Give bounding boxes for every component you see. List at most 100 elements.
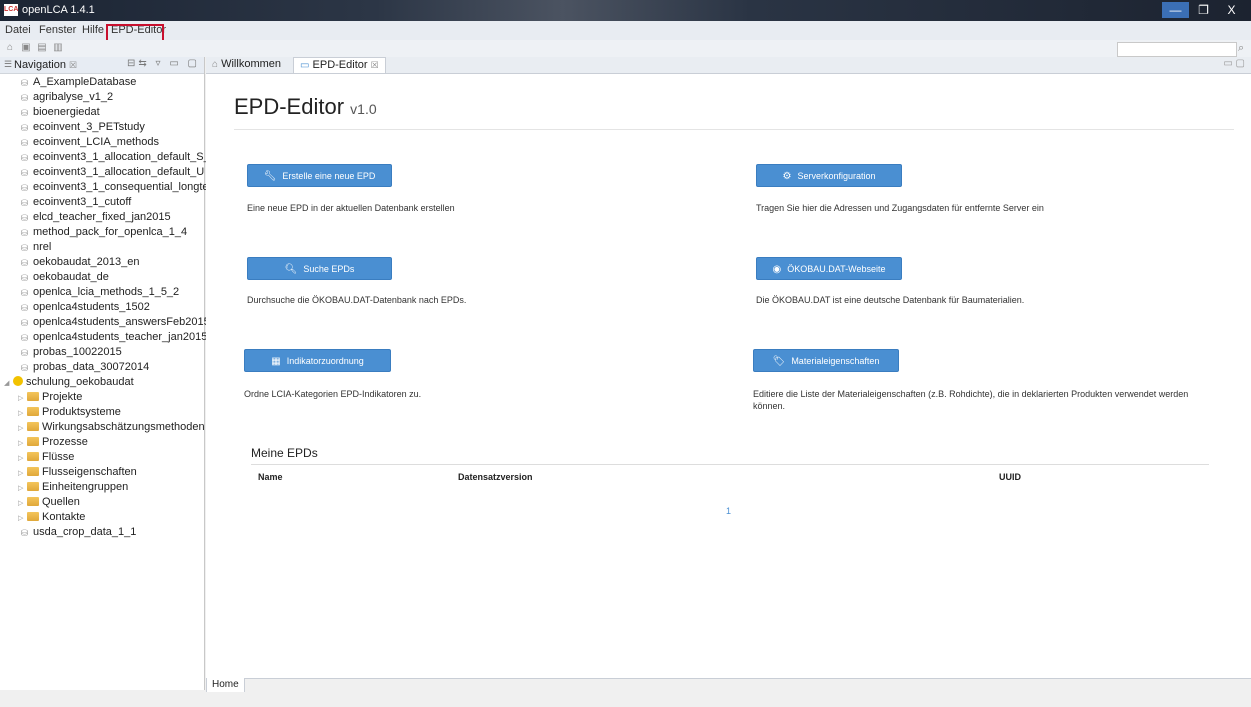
folder-item[interactable]: ▷ Prozesse <box>0 435 204 450</box>
folder-item[interactable]: ▷ Produktsysteme <box>0 405 204 420</box>
database-item[interactable]: ⛁ elcd_teacher_fixed_jan2015 <box>0 210 204 225</box>
globe-icon: ◉ <box>772 264 782 275</box>
navigation-view-icons[interactable]: ⊟⇆ ▿ ▭ ▢ <box>127 58 200 69</box>
save-icon[interactable]: ▣ <box>20 42 32 54</box>
oekobaudat-website-button[interactable]: ◉ ÖKOBAU.DAT-Webseite <box>756 257 902 280</box>
material-properties-button[interactable]: 🏷︎ Materialeigenschaften <box>753 349 899 372</box>
home-icon[interactable]: ⌂ <box>4 42 16 54</box>
tab-home[interactable]: Home <box>206 678 245 693</box>
expand-arrow-icon[interactable]: ▷ <box>18 406 27 421</box>
save-all-icon[interactable]: ▥ <box>52 42 64 54</box>
column-header-uuid[interactable]: UUID <box>999 472 1021 482</box>
page-title: EPD-Editor v1.0 <box>234 94 377 119</box>
close-icon[interactable]: ☒ <box>69 60 77 70</box>
tab-epd-editor[interactable]: ▭ EPD-Editor ☒ <box>293 57 386 73</box>
tree-item-label: nrel <box>33 241 52 253</box>
database-icon: ⛁ <box>20 258 29 268</box>
database-item[interactable]: ⛁ ecoinvent3_1_allocation_default_S_U <box>0 150 218 165</box>
folder-item[interactable]: ▷ Wirkungsabschätzungsmethoden <box>0 420 205 436</box>
tree-item-label: probas_10022015 <box>33 346 122 358</box>
expand-arrow-icon[interactable]: ▷ <box>18 511 27 526</box>
pagination-page-1[interactable]: 1 <box>726 506 731 516</box>
expand-arrow-icon[interactable]: ▷ <box>18 421 27 436</box>
database-item[interactable]: ⛁ ecoinvent_3_PETstudy <box>0 120 204 135</box>
tree-item-label: ecoinvent_LCIA_methods <box>33 136 159 148</box>
search-icon[interactable]: ⌕ <box>1238 42 1244 55</box>
navigation-title: Navigation ☒ <box>14 59 78 71</box>
title-bar: LCA openLCA 1.4.1 — ❐ X <box>0 0 1251 21</box>
tree-item-label: Flüsse <box>42 451 75 463</box>
database-item[interactable]: ⛁ ecoinvent3_1_allocation_default_U <box>0 165 205 180</box>
expand-arrow-icon[interactable]: ◢ <box>4 376 13 391</box>
navigation-panel: ☰ Navigation ☒ ⊟⇆ ▿ ▭ ▢ ⛁ A_ExampleDataba… <box>0 57 222 690</box>
folder-item[interactable]: ▷ Projekte <box>0 390 204 405</box>
database-item[interactable]: ⛁ probas_10022015 <box>0 345 204 360</box>
expand-arrow-icon[interactable]: ▷ <box>18 481 27 496</box>
tree-item-label: elcd_teacher_fixed_jan2015 <box>33 211 171 223</box>
editor-bottom-tabs: Home <box>206 678 1251 693</box>
database-item[interactable]: ⛁ ecoinvent_LCIA_methods <box>0 135 204 150</box>
folder-icon <box>27 482 39 491</box>
search-epds-button[interactable]: 🔍︎ Suche EPDs <box>247 257 392 280</box>
database-item[interactable]: ⛁ usda_crop_data_1_1 <box>0 525 204 540</box>
database-item[interactable]: ⛁ nrel <box>0 240 204 255</box>
close-tab-icon[interactable]: ☒ <box>371 60 379 70</box>
server-config-button[interactable]: ⚙ Serverkonfiguration <box>756 164 902 187</box>
database-item[interactable]: ⛁ probas_data_30072014 <box>0 360 204 375</box>
tree-item-label: Produktsysteme <box>42 406 121 418</box>
database-item[interactable]: ⛁ openlca4students_1502 <box>0 300 204 315</box>
search-input[interactable] <box>1117 42 1237 57</box>
menu-fenster[interactable]: Fenster <box>39 24 76 36</box>
expand-arrow-icon[interactable]: ▷ <box>18 451 27 466</box>
database-item[interactable]: ⛁ method_pack_for_openlca_1_4 <box>0 225 204 240</box>
column-header-name[interactable]: Name <box>258 472 283 482</box>
minimize-button[interactable]: — <box>1162 2 1189 18</box>
database-item[interactable]: ⛁ openlca_lcia_methods_1_5_2 <box>0 285 204 300</box>
tree-item-label: openlca4students_teacher_jan2015 <box>33 331 208 343</box>
database-icon: ⛁ <box>20 108 29 118</box>
search-epds-description: Durchsuche die ÖKOBAU.DAT-Datenbank nach… <box>247 295 467 305</box>
expand-arrow-icon[interactable]: ▷ <box>18 466 27 481</box>
editor-minmax-icons[interactable]: ▭ ▢ <box>1223 58 1245 69</box>
folder-icon <box>27 437 39 446</box>
wrench-icon: 🔧︎ <box>263 171 277 182</box>
column-header-version[interactable]: Datensatzversion <box>458 472 533 482</box>
maximize-button[interactable]: ❐ <box>1190 2 1217 18</box>
database-icon: ⛁ <box>20 153 29 163</box>
menu-hilfe[interactable]: Hilfe <box>82 24 104 36</box>
folder-item[interactable]: ▷ Kontakte <box>0 510 204 525</box>
home-tab-icon: ⌂ <box>212 59 219 70</box>
expand-arrow-icon[interactable]: ▷ <box>18 436 27 451</box>
database-item[interactable]: ⛁ bioenergiedat <box>0 105 204 120</box>
indicator-mapping-description: Ordne LCIA-Kategorien EPD-Indikatoren zu… <box>244 389 422 399</box>
database-item[interactable]: ⛁ agribalyse_v1_2 <box>0 90 204 105</box>
folder-item[interactable]: ▷ Flusseigenschaften <box>0 465 204 480</box>
menu-datei[interactable]: Datei <box>5 24 31 36</box>
new-epd-description: Eine neue EPD in der aktuellen Datenbank… <box>247 203 455 213</box>
database-icon: ⛁ <box>20 348 29 358</box>
expand-arrow-icon[interactable]: ▷ <box>18 496 27 511</box>
tree-item-label: method_pack_for_openlca_1_4 <box>33 226 188 238</box>
folder-item[interactable]: ▷ Einheitengruppen <box>0 480 204 495</box>
database-item[interactable]: ⛁ ecoinvent3_1_cutoff <box>0 195 204 210</box>
database-item[interactable]: ⛁ openlca4students_answersFeb2015 <box>0 315 210 330</box>
new-epd-button[interactable]: 🔧︎ Erstelle eine neue EPD <box>247 164 392 187</box>
tree-item-label: Quellen <box>42 496 80 508</box>
database-item[interactable]: ⛁ A_ExampleDatabase <box>0 75 204 90</box>
database-item[interactable]: ⛁ oekobaudat_2013_en <box>0 255 204 270</box>
tree-item-label: agribalyse_v1_2 <box>33 91 114 103</box>
database-item[interactable]: ⛁ openlca4students_teacher_jan2015 <box>0 330 208 345</box>
indicator-mapping-button[interactable]: ▦ Indikatorzuordnung <box>244 349 391 372</box>
save-as-icon[interactable]: ▤ <box>36 42 48 54</box>
folder-icon <box>27 422 39 431</box>
close-button[interactable]: X <box>1218 2 1245 18</box>
database-item[interactable]: ⛁ oekobaudat_de <box>0 270 204 285</box>
active-database-icon <box>13 376 23 386</box>
status-bar <box>0 692 1251 707</box>
folder-item[interactable]: ▷ Flüsse <box>0 450 204 465</box>
database-item-active[interactable]: ◢ schulung_oekobaudat <box>0 375 204 390</box>
database-item[interactable]: ⛁ ecoinvent3_1_consequential_longterm <box>0 180 222 195</box>
folder-item[interactable]: ▷ Quellen <box>0 495 204 510</box>
expand-arrow-icon[interactable]: ▷ <box>18 391 27 406</box>
tab-willkommen[interactable]: ⌂ Willkommen <box>206 57 287 72</box>
